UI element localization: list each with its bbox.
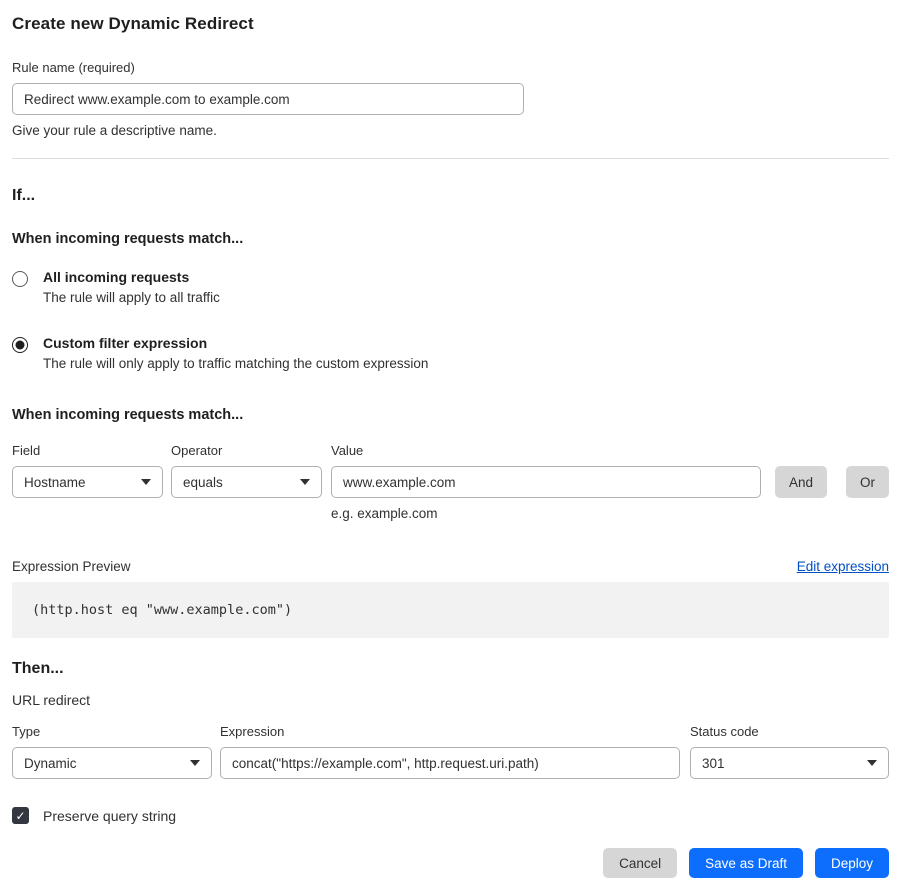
expression-label: Expression <box>220 724 680 739</box>
and-button[interactable]: And <box>775 466 827 498</box>
radio-option-text: All incoming requests The rule will appl… <box>43 269 220 305</box>
value-help: e.g. example.com <box>331 506 761 521</box>
type-select[interactable]: Dynamic <box>12 747 212 779</box>
section-divider <box>12 158 889 159</box>
expression-preview-label: Expression Preview <box>12 559 131 574</box>
or-button[interactable]: Or <box>846 466 889 498</box>
checkbox-checked-icon[interactable]: ✓ <box>12 807 29 824</box>
radio-option-label: Custom filter expression <box>43 335 428 351</box>
operator-column: Operator equals <box>171 443 322 498</box>
radio-option-description: The rule will only apply to traffic matc… <box>43 356 428 371</box>
rule-name-input[interactable] <box>12 83 524 115</box>
type-select-value: Dynamic <box>24 756 77 771</box>
radio-option-label: All incoming requests <box>43 269 220 285</box>
type-column: Type Dynamic <box>12 724 212 779</box>
status-code-label: Status code <box>690 724 889 739</box>
filter-expression-row: Field Hostname Operator equals Value e.g… <box>12 443 889 521</box>
rule-name-section: Rule name (required) Give your rule a de… <box>12 60 889 138</box>
field-select[interactable]: Hostname <box>12 466 163 498</box>
operator-select-value: equals <box>183 475 223 490</box>
operator-label: Operator <box>171 443 322 458</box>
radio-option-all-incoming-requests[interactable]: All incoming requests The rule will appl… <box>12 269 889 305</box>
url-redirect-label: URL redirect <box>12 692 889 708</box>
status-code-select[interactable]: 301 <box>690 747 889 779</box>
rule-name-help: Give your rule a descriptive name. <box>12 123 889 138</box>
create-dynamic-redirect-page: Create new Dynamic Redirect Rule name (r… <box>0 0 907 894</box>
chevron-down-icon <box>300 479 310 485</box>
save-as-draft-button[interactable]: Save as Draft <box>689 848 803 878</box>
footer-actions: Cancel Save as Draft Deploy <box>12 848 889 878</box>
expression-preview-code: (http.host eq "www.example.com") <box>12 582 889 638</box>
cancel-button[interactable]: Cancel <box>603 848 677 878</box>
redirect-settings-row: Type Dynamic Expression Status code 301 <box>12 724 889 779</box>
type-label: Type <box>12 724 212 739</box>
radio-option-text: Custom filter expression The rule will o… <box>43 335 428 371</box>
custom-filter-match-heading: When incoming requests match... <box>12 407 889 423</box>
preserve-query-string-row[interactable]: ✓ Preserve query string <box>12 807 889 824</box>
chevron-down-icon <box>141 479 151 485</box>
status-code-select-value: 301 <box>702 756 725 771</box>
operator-select[interactable]: equals <box>171 466 322 498</box>
radio-selected-icon[interactable] <box>12 337 28 353</box>
chevron-down-icon <box>867 760 877 766</box>
expression-column: Expression <box>220 724 680 779</box>
incoming-requests-match-heading: When incoming requests match... <box>12 231 889 247</box>
rule-name-label: Rule name (required) <box>12 60 889 75</box>
deploy-button[interactable]: Deploy <box>815 848 889 878</box>
field-column: Field Hostname <box>12 443 163 498</box>
status-code-column: Status code 301 <box>690 724 889 779</box>
then-heading: Then... <box>12 660 889 678</box>
if-heading: If... <box>12 187 889 205</box>
redirect-expression-input[interactable] <box>220 747 680 779</box>
field-label: Field <box>12 443 163 458</box>
page-title: Create new Dynamic Redirect <box>12 14 889 34</box>
radio-option-custom-filter-expression[interactable]: Custom filter expression The rule will o… <box>12 335 889 371</box>
expression-preview-header: Expression Preview Edit expression <box>12 559 889 574</box>
value-column: Value e.g. example.com <box>331 443 761 521</box>
radio-option-description: The rule will apply to all traffic <box>43 290 220 305</box>
value-label: Value <box>331 443 761 458</box>
value-input[interactable] <box>331 466 761 498</box>
edit-expression-link[interactable]: Edit expression <box>797 559 889 574</box>
and-or-buttons: And Or <box>775 443 889 498</box>
radio-unselected-icon[interactable] <box>12 271 28 287</box>
chevron-down-icon <box>190 760 200 766</box>
field-select-value: Hostname <box>24 475 86 490</box>
preserve-query-string-label: Preserve query string <box>43 808 176 824</box>
